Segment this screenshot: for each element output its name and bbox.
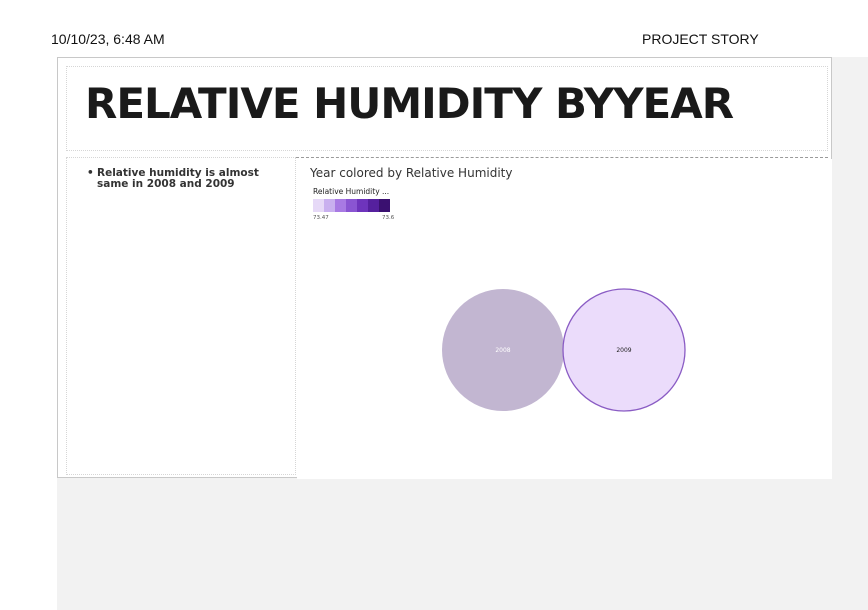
dashboard-divider (296, 157, 828, 158)
print-story-title: PROJECT STORY (642, 31, 759, 47)
print-date: 10/10/23, 6:48 AM (51, 31, 165, 47)
story-text-box: Relative humidity is almost same in 2008… (66, 157, 296, 475)
bubble-label: 2008 (495, 347, 510, 354)
bubble-2008[interactable]: 2008 (442, 289, 564, 411)
bullet-list: Relative humidity is almost same in 2008… (87, 168, 287, 190)
viz-container[interactable]: Year colored by Relative Humidity Relati… (297, 159, 832, 479)
bubble-2009[interactable]: 2009 (562, 288, 686, 412)
story-title: RELATIVE HUMIDITY BYYEAR (85, 79, 734, 128)
story-title-box: RELATIVE HUMIDITY BYYEAR (66, 66, 828, 151)
bubble-chart[interactable]: 2008 2009 (297, 159, 832, 479)
bubble-label: 2009 (616, 347, 631, 354)
bullet-item: Relative humidity is almost same in 2008… (87, 168, 287, 190)
